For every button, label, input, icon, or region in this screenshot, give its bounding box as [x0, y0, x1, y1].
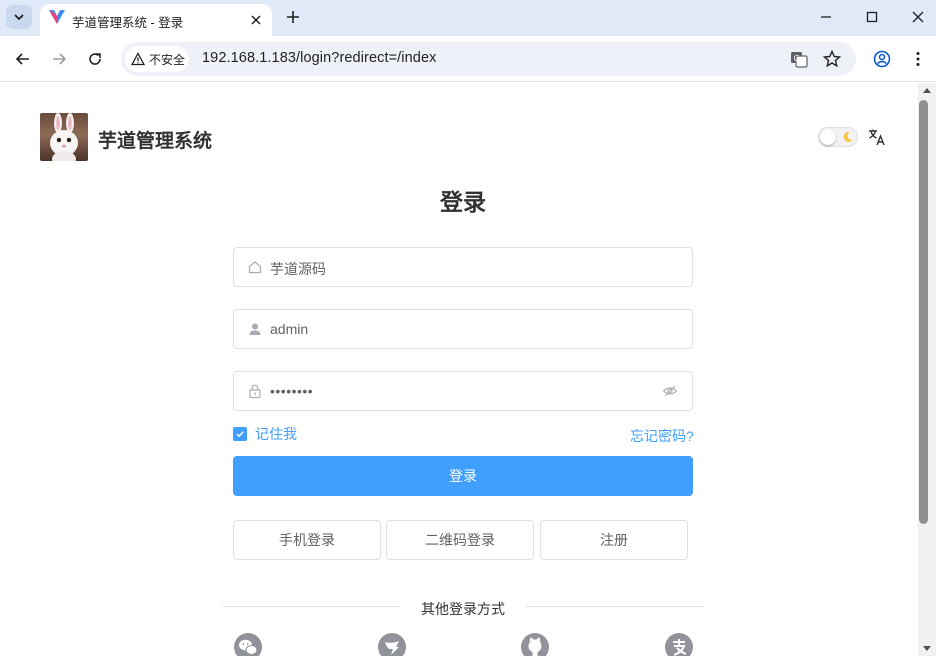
- alipay-login-button[interactable]: [665, 633, 693, 656]
- tenant-input[interactable]: 芋道源码: [233, 247, 693, 287]
- favicon-icon: [49, 10, 65, 24]
- tab-title: 芋道管理系统 - 登录: [72, 16, 184, 30]
- tenant-value: 芋道源码: [270, 261, 326, 277]
- address-bar[interactable]: 不安全 192.168.1.183/login?redirect=/index …: [121, 42, 856, 76]
- user-icon: [249, 323, 261, 335]
- reload-icon[interactable]: [84, 48, 106, 70]
- scrollbar-thumb[interactable]: [919, 100, 928, 524]
- dark-mode-toggle[interactable]: [818, 127, 858, 147]
- close-icon[interactable]: [248, 12, 264, 28]
- forgot-password-link[interactable]: 忘记密码?: [630, 426, 694, 446]
- username-input[interactable]: admin: [233, 309, 693, 349]
- username-value: admin: [270, 321, 309, 337]
- profile-icon[interactable]: [871, 48, 893, 70]
- remember-me-checkbox[interactable]: 记住我: [233, 426, 297, 442]
- lock-icon: [249, 384, 261, 399]
- more-menu-icon[interactable]: [907, 48, 929, 70]
- check-icon: [236, 431, 244, 438]
- dingtalk-icon: [385, 641, 399, 655]
- alipay-icon: [673, 639, 687, 656]
- password-input[interactable]: ••••••••: [233, 371, 693, 411]
- warning-icon: [131, 52, 145, 66]
- language-icon[interactable]: [867, 127, 887, 147]
- dingtalk-login-button[interactable]: [378, 633, 406, 656]
- browser-toolbar: 不安全 192.168.1.183/login?redirect=/index …: [0, 36, 936, 82]
- register-button[interactable]: 注册: [540, 520, 688, 560]
- svg-text:G: G: [794, 54, 800, 63]
- security-chip[interactable]: 不安全: [125, 46, 189, 72]
- chevron-down-icon: [14, 14, 24, 21]
- minimize-icon[interactable]: [815, 6, 837, 28]
- maximize-icon[interactable]: [861, 6, 883, 28]
- new-tab-icon[interactable]: [282, 6, 304, 28]
- url-text[interactable]: 192.168.1.183/login?redirect=/index: [202, 50, 436, 66]
- brand-title: 芋道管理系统: [98, 131, 213, 152]
- wechat-icon: [239, 639, 258, 655]
- bookmark-star-icon[interactable]: [821, 48, 843, 70]
- toggle-knob: [820, 129, 836, 145]
- window-close-icon[interactable]: [907, 6, 929, 28]
- checkbox-box[interactable]: [233, 427, 247, 441]
- forward-icon[interactable]: [48, 48, 70, 70]
- back-icon[interactable]: [12, 48, 34, 70]
- scroll-up-icon[interactable]: [923, 87, 931, 93]
- tab-search-button[interactable]: [6, 5, 32, 29]
- logo: [40, 113, 88, 161]
- translate-page-icon[interactable]: G: [788, 48, 810, 70]
- other-login-methods-label: 其他登录方式: [400, 599, 526, 619]
- qrcode-login-button[interactable]: 二维码登录: [386, 520, 534, 560]
- scroll-down-icon[interactable]: [923, 646, 931, 652]
- github-icon: [528, 637, 542, 656]
- login-page: 芋道管理系统 登录 芋道源码 admin •••••••• 记住我 忘记密码? …: [0, 83, 918, 656]
- login-button[interactable]: 登录: [233, 456, 693, 496]
- github-login-button[interactable]: [521, 633, 549, 656]
- bunny-logo-image: [50, 113, 78, 161]
- eye-hidden-icon[interactable]: [662, 383, 678, 399]
- security-label: 不安全: [149, 52, 186, 67]
- remember-me-label[interactable]: 记住我: [255, 424, 297, 444]
- browser-tab[interactable]: 芋道管理系统 - 登录: [40, 4, 272, 36]
- house-icon: [248, 261, 262, 274]
- wechat-login-button[interactable]: [234, 633, 262, 656]
- browser-tabbar: 芋道管理系统 - 登录: [0, 0, 936, 36]
- phone-login-button[interactable]: 手机登录: [233, 520, 381, 560]
- login-title: 登录: [440, 189, 486, 215]
- password-value: ••••••••: [270, 383, 314, 399]
- moon-icon: [843, 131, 853, 142]
